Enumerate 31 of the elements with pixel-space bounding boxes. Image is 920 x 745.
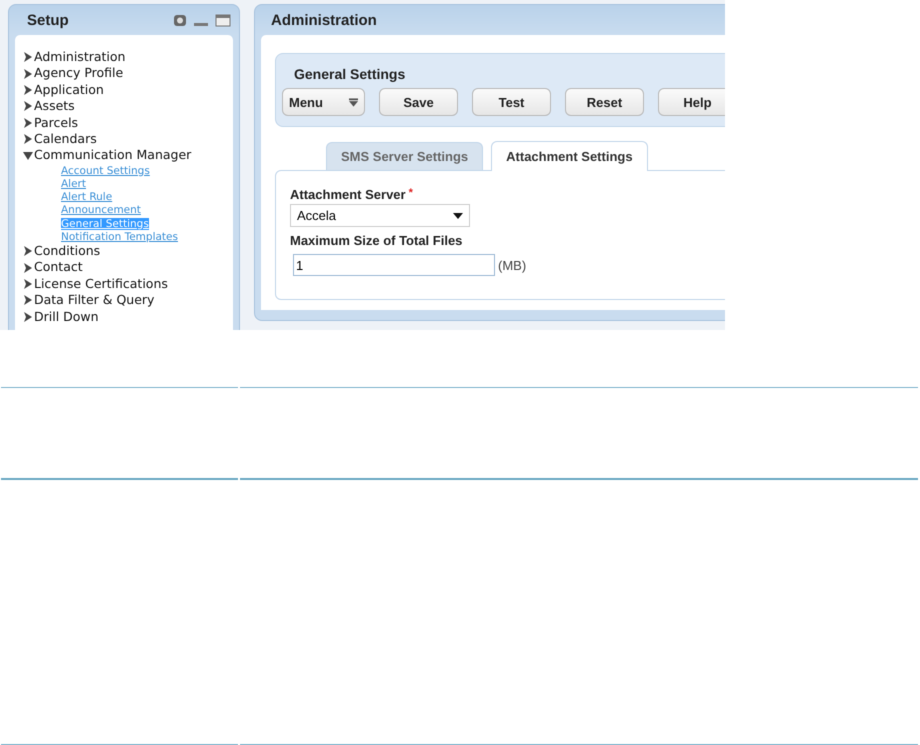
tree-item[interactable]: Application [23, 82, 233, 98]
toolbar-button[interactable]: Reset [565, 88, 644, 116]
toolbar-button[interactable]: Test [472, 88, 551, 116]
tab[interactable]: Attachment Settings [491, 141, 648, 171]
toolbar-button[interactable]: Save [379, 88, 458, 116]
toolbar-button[interactable]: Help [658, 88, 725, 116]
caret-icon [453, 212, 463, 218]
menu-button[interactable]: Menu [282, 88, 365, 116]
tree-item[interactable]: Contact [23, 259, 233, 276]
tab[interactable]: SMS Server Settings [326, 142, 484, 170]
field-label: Attachment Server [290, 187, 406, 202]
tree-item[interactable]: Conditions [23, 243, 233, 260]
tree-item[interactable]: License Certifications [23, 276, 233, 292]
panel-title: Setup [27, 12, 69, 28]
field-label: Maximum Size of Total Files [290, 233, 462, 248]
caret-icon [348, 98, 358, 106]
unit-label: (MB) [498, 258, 526, 272]
server-dropdown[interactable]: Accela [290, 204, 470, 227]
section-title: General Settings [294, 66, 406, 82]
tree-item[interactable]: Data Filter & Query [23, 292, 233, 309]
tree-item[interactable]: Calendars [23, 131, 233, 148]
tree-item[interactable]: Assets [23, 98, 233, 115]
maximize-icon[interactable] [215, 14, 231, 26]
tree-item[interactable]: Drill Down [23, 308, 233, 326]
tree-item[interactable]: Communication Manager [23, 147, 233, 164]
tree-item[interactable]: Parcels [23, 114, 233, 132]
size-input[interactable]: 1 [293, 254, 495, 276]
tree-item[interactable]: Agency Profile [23, 65, 233, 82]
panel-title: Administration [271, 12, 377, 28]
tree-item[interactable]: Administration [23, 49, 233, 66]
required-mark: * [408, 187, 413, 199]
